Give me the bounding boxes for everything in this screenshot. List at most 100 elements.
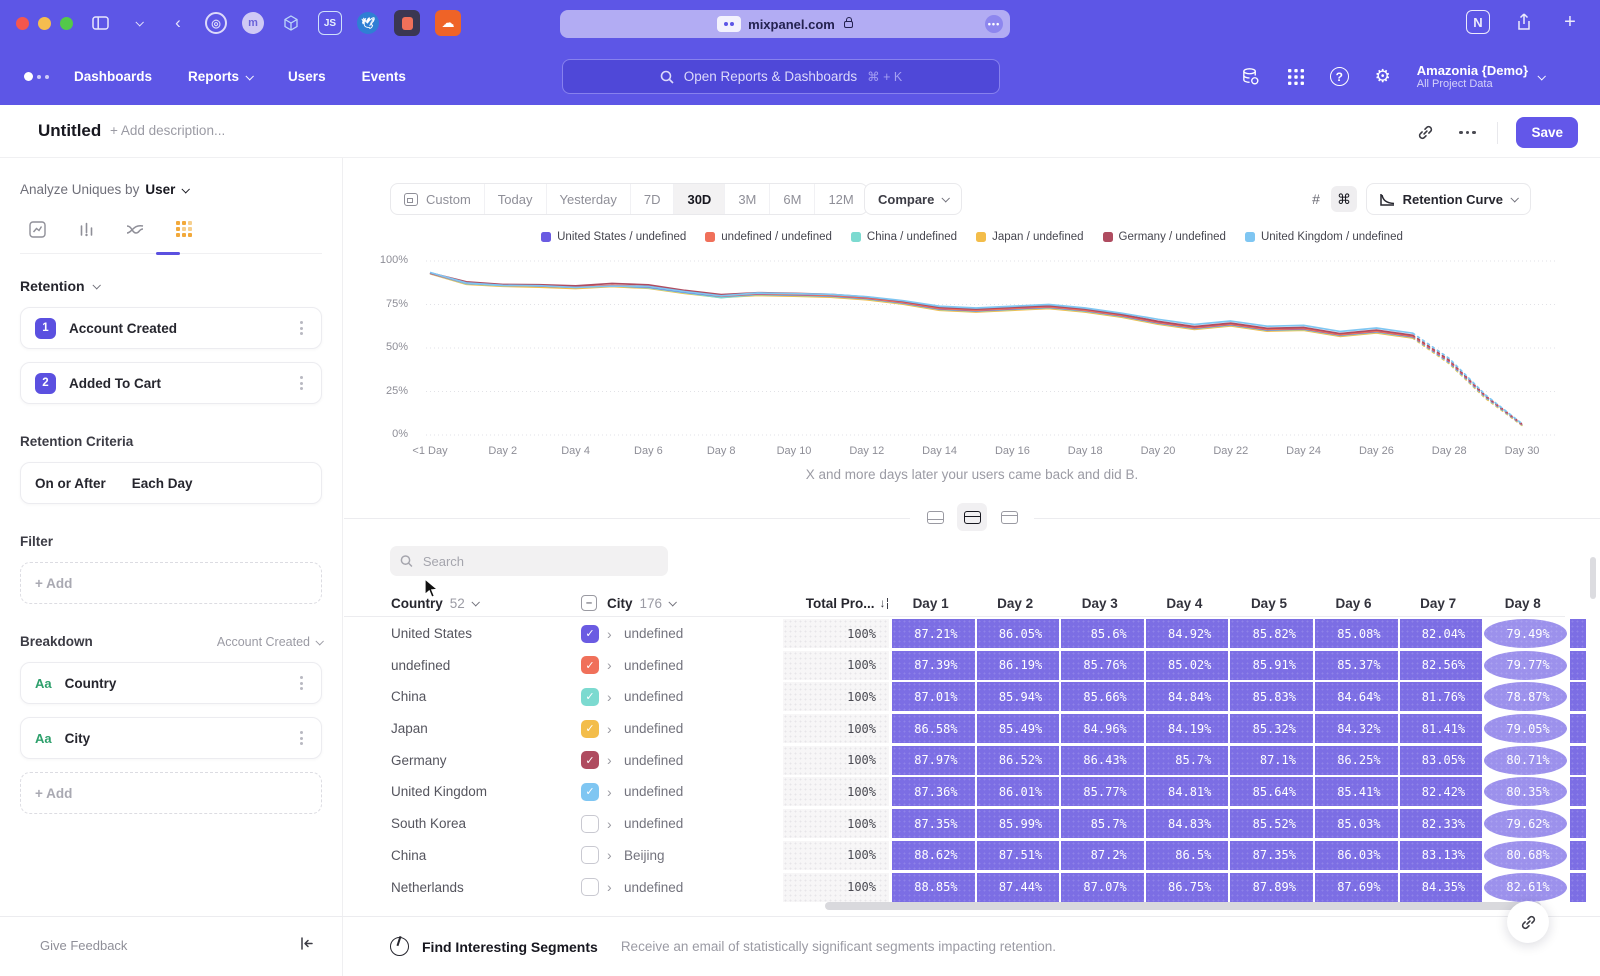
page-options-icon[interactable]: ••• (985, 15, 1003, 33)
share-icon[interactable] (1512, 10, 1536, 34)
legend-item-china-undefined[interactable]: China / undefined (851, 231, 957, 243)
legend-item-japan-undefined[interactable]: Japan / undefined (976, 231, 1083, 243)
city-column-header[interactable]: City176 (607, 596, 763, 611)
window-controls[interactable] (16, 17, 73, 30)
nav-item-events[interactable]: Events (362, 69, 406, 84)
total-column-header[interactable]: Total Pro... ↓ (763, 596, 888, 611)
chevron-down-icon[interactable] (127, 11, 151, 35)
close-window-button[interactable] (16, 17, 29, 30)
project-switcher[interactable]: Amazonia {Demo} All Project Data (1417, 63, 1544, 90)
nav-item-reports[interactable]: Reports (188, 69, 252, 84)
select-all-checkbox[interactable]: – (581, 595, 597, 611)
sidebar-toggle-icon[interactable] (88, 11, 112, 35)
mixpanel-logo[interactable] (24, 72, 49, 81)
address-bar[interactable]: mixpanel.com ••• (560, 10, 1010, 38)
expand-row-icon[interactable]: › (607, 721, 624, 737)
criteria-value[interactable]: Each Day (132, 476, 193, 491)
legend-item-undefined-undefined[interactable]: undefined / undefined (705, 231, 832, 243)
record-icon[interactable] (394, 10, 420, 36)
day-column-header-day-3[interactable]: Day 3 (1057, 596, 1142, 611)
table-only-toggle[interactable] (994, 503, 1024, 531)
absolute-numbers-toggle[interactable]: # (1303, 186, 1329, 212)
legend-item-germany-undefined[interactable]: Germany / undefined (1103, 231, 1226, 243)
chart-only-toggle[interactable] (920, 503, 950, 531)
expand-row-icon[interactable]: › (607, 847, 624, 863)
row-checkbox[interactable] (581, 846, 599, 864)
expand-row-icon[interactable]: › (607, 657, 624, 673)
retention-section-header[interactable]: Retention (20, 278, 322, 294)
zoom-window-button[interactable] (60, 17, 73, 30)
expand-row-icon[interactable]: › (607, 752, 624, 768)
more-options-icon[interactable] (1455, 121, 1479, 145)
help-icon[interactable]: ? (1330, 67, 1349, 86)
expand-row-icon[interactable]: › (607, 689, 624, 705)
collapse-sidebar-icon[interactable] (299, 936, 314, 956)
percent-toggle[interactable]: ⌘ (1331, 186, 1357, 212)
find-segments-title[interactable]: Find Interesting Segments (422, 939, 598, 955)
row-checkbox[interactable]: ✓ (581, 720, 599, 738)
day-column-header-day-1[interactable]: Day 1 (888, 596, 973, 611)
bird-icon[interactable]: 🕊 (357, 12, 379, 34)
minimize-window-button[interactable] (38, 17, 51, 30)
range-today[interactable]: Today (484, 184, 546, 214)
more-options-icon[interactable] (296, 317, 307, 339)
compare-button[interactable]: Compare (864, 183, 962, 215)
range-yesterday[interactable]: Yesterday (546, 184, 630, 214)
breakdown-add-button[interactable]: + Add (20, 772, 322, 814)
range-12m[interactable]: 12M (814, 184, 866, 214)
breakdown-city[interactable]: AaCity (20, 717, 322, 759)
profile-m-icon[interactable]: m (242, 12, 264, 34)
more-options-icon[interactable] (296, 372, 307, 394)
range-6m[interactable]: 6M (769, 184, 814, 214)
global-search[interactable]: Open Reports & Dashboards ⌘ + K (562, 59, 1000, 94)
add-description[interactable]: + Add description... (110, 123, 225, 138)
notion-icon[interactable]: N (1466, 10, 1490, 34)
row-checkbox[interactable] (581, 878, 599, 896)
tab-funnels-icon[interactable] (75, 219, 97, 239)
row-checkbox[interactable]: ✓ (581, 751, 599, 769)
row-checkbox[interactable] (581, 815, 599, 833)
expand-row-icon[interactable]: › (607, 626, 624, 642)
breakdown-scope-dropdown[interactable]: Account Created (217, 635, 322, 649)
expand-row-icon[interactable]: › (607, 784, 624, 800)
split-view-toggle[interactable] (957, 503, 987, 531)
range-custom[interactable]: Custom (391, 184, 484, 214)
tab-flows-icon[interactable] (124, 219, 146, 239)
expand-row-icon[interactable]: › (607, 816, 624, 832)
more-options-icon[interactable] (296, 727, 307, 749)
js-icon[interactable]: JS (318, 11, 342, 35)
criteria-operator[interactable]: On or After (35, 476, 106, 491)
retention-step-account-created[interactable]: 1Account Created (20, 307, 322, 349)
row-checkbox[interactable]: ✓ (581, 783, 599, 801)
nav-item-users[interactable]: Users (288, 69, 326, 84)
legend-item-united-kingdom-undefined[interactable]: United Kingdom / undefined (1245, 231, 1403, 243)
day-column-header-day-4[interactable]: Day 4 (1142, 596, 1227, 611)
give-feedback-link[interactable]: Give Feedback (40, 938, 127, 953)
more-options-icon[interactable] (296, 672, 307, 694)
retention-criteria-card[interactable]: On or After Each Day (20, 462, 322, 504)
nav-item-dashboards[interactable]: Dashboards (74, 69, 152, 84)
breakdown-country[interactable]: AaCountry (20, 662, 322, 704)
day-column-header-day-2[interactable]: Day 2 (973, 596, 1058, 611)
day-column-header-day-8[interactable]: Day 8 (1480, 596, 1565, 611)
table-search[interactable] (390, 546, 668, 576)
share-link-fab[interactable] (1507, 901, 1549, 943)
horizontal-scrollbar[interactable] (825, 902, 1541, 910)
save-button[interactable]: Save (1516, 117, 1578, 148)
onepassword-icon[interactable]: ◎ (205, 12, 227, 34)
soundcloud-icon[interactable]: ☁ (435, 10, 461, 36)
report-title[interactable]: Untitled (38, 121, 101, 141)
day-column-header-day-5[interactable]: Day 5 (1226, 596, 1311, 611)
chart-type-dropdown[interactable]: Retention Curve (1366, 183, 1531, 215)
vertical-scrollbar[interactable] (1590, 557, 1596, 599)
country-column-header[interactable]: Country52 (391, 596, 581, 611)
retention-step-added-to-cart[interactable]: 2Added To Cart (20, 362, 322, 404)
copy-link-icon[interactable] (1413, 121, 1437, 145)
day-column-header-day-6[interactable]: Day 6 (1311, 596, 1396, 611)
table-search-input[interactable] (421, 553, 658, 570)
settings-gear-icon[interactable]: ⚙ (1372, 66, 1394, 88)
range-7d[interactable]: 7D (630, 184, 674, 214)
row-checkbox[interactable]: ✓ (581, 656, 599, 674)
back-icon[interactable]: ‹ (166, 11, 190, 35)
range-30d[interactable]: 30D (673, 184, 724, 214)
